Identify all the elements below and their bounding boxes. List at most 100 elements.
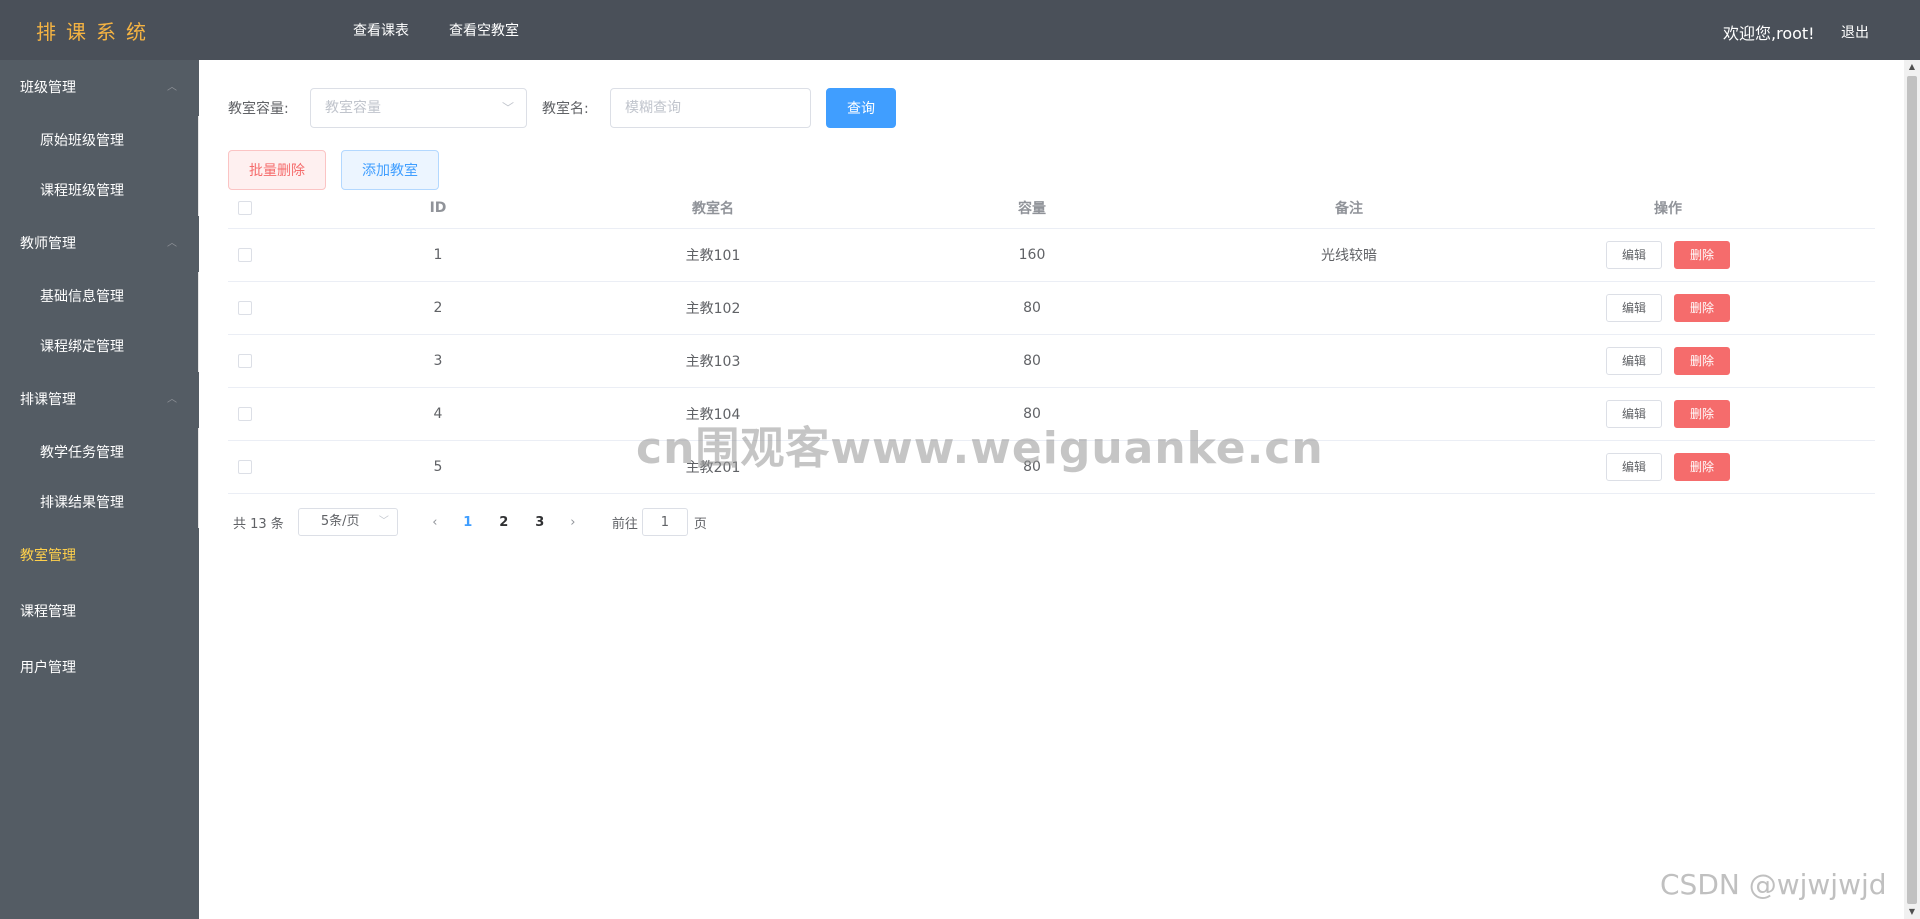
menu-title-label: 教师管理 bbox=[20, 236, 76, 252]
select-all-checkbox[interactable] bbox=[238, 201, 252, 215]
cell-actions: 编辑 删除 bbox=[1518, 335, 1818, 387]
goto-label: 前往 bbox=[611, 516, 638, 532]
edit-button[interactable]: 编辑 bbox=[1605, 453, 1662, 481]
page-3[interactable]: 3 bbox=[522, 515, 558, 530]
goto-page-input[interactable] bbox=[641, 508, 688, 536]
welcome-text: 欢迎您,root! bbox=[1723, 24, 1815, 43]
nav-view-empty-rooms[interactable]: 查看空教室 bbox=[449, 20, 519, 40]
room-name-input[interactable] bbox=[610, 88, 811, 128]
table-header-row: ID 教室名 容量 备注 操作 bbox=[228, 188, 1875, 229]
row-checkbox[interactable] bbox=[238, 354, 252, 368]
cell-id: 2 bbox=[433, 300, 443, 316]
cell-id: 3 bbox=[433, 353, 443, 369]
main-content: 教室容量: 教室容量 ﹀ 教室名: 查询 批量删除 添加教室 ID 教室名 容量… bbox=[199, 60, 1904, 919]
row-checkbox[interactable] bbox=[238, 248, 252, 262]
room-name-label: 教室名: bbox=[542, 101, 589, 117]
prev-page-icon[interactable]: ‹ bbox=[420, 515, 450, 530]
scroll-up-icon[interactable]: ▲ bbox=[1904, 60, 1920, 74]
top-header: 排课系统 查看课表 查看空教室 欢迎您,root! 退出 bbox=[0, 0, 1920, 60]
delete-button[interactable]: 删除 bbox=[1674, 294, 1731, 322]
edit-button[interactable]: 编辑 bbox=[1605, 241, 1662, 269]
query-button[interactable]: 查询 bbox=[826, 88, 896, 128]
column-header-note: 备注 bbox=[1335, 201, 1363, 217]
sidebar-item-original-class[interactable]: 原始班级管理 bbox=[0, 116, 198, 166]
nav-view-schedule[interactable]: 查看课表 bbox=[353, 20, 409, 40]
delete-button[interactable]: 删除 bbox=[1674, 347, 1731, 375]
cell-actions: 编辑 删除 bbox=[1518, 229, 1818, 281]
row-checkbox[interactable] bbox=[238, 460, 252, 474]
chevron-up-icon: ︿ bbox=[167, 394, 177, 405]
cell-actions: 编辑 删除 bbox=[1518, 388, 1818, 440]
menu-group-class: 班级管理 ︿ 原始班级管理 课程班级管理 bbox=[0, 60, 199, 216]
sidebar: 班级管理 ︿ 原始班级管理 课程班级管理 教师管理 ︿ 基础信息管理 课程绑定管… bbox=[0, 60, 199, 919]
app-logo[interactable]: 排课系统 bbox=[36, 16, 156, 45]
logout-link[interactable]: 退出 bbox=[1841, 22, 1869, 42]
header-checkbox-cell bbox=[228, 188, 262, 228]
menu-group-scheduling: 排课管理 ︿ 教学任务管理 排课结果管理 bbox=[0, 372, 199, 528]
row-checkbox-cell bbox=[228, 441, 262, 493]
sidebar-item-schedule-results[interactable]: 排课结果管理 bbox=[0, 478, 198, 528]
row-checkbox[interactable] bbox=[238, 301, 252, 315]
menu-title-label: 班级管理 bbox=[20, 80, 76, 96]
page-unit-label: 页 bbox=[693, 516, 707, 532]
scrollbar-thumb[interactable] bbox=[1907, 76, 1917, 904]
next-page-icon[interactable]: › bbox=[558, 515, 588, 530]
edit-button[interactable]: 编辑 bbox=[1605, 347, 1662, 375]
row-checkbox-cell bbox=[228, 388, 262, 440]
row-checkbox-cell bbox=[228, 282, 262, 334]
table-row: 1 主教101 160 光线较暗 编辑 删除 bbox=[228, 229, 1875, 282]
column-header-actions: 操作 bbox=[1654, 201, 1682, 217]
sidebar-item-classrooms[interactable]: 教室管理 bbox=[0, 528, 199, 584]
chevron-up-icon: ︿ bbox=[167, 238, 177, 249]
chevron-down-icon: ﹀ bbox=[378, 516, 389, 527]
sidebar-item-course-binding[interactable]: 课程绑定管理 bbox=[0, 322, 198, 372]
edit-button[interactable]: 编辑 bbox=[1605, 294, 1662, 322]
sidebar-item-courses[interactable]: 课程管理 bbox=[0, 584, 199, 640]
sidebar-item-teacher-info[interactable]: 基础信息管理 bbox=[0, 272, 198, 322]
sidebar-item-users[interactable]: 用户管理 bbox=[0, 640, 199, 696]
page-scrollbar[interactable]: ▲ ▼ bbox=[1904, 60, 1920, 919]
page-size-select[interactable]: 5条/页 ﹀ bbox=[297, 508, 398, 536]
menu-title-label: 排课管理 bbox=[20, 392, 76, 408]
row-checkbox-cell bbox=[228, 229, 262, 281]
delete-button[interactable]: 删除 bbox=[1674, 400, 1731, 428]
capacity-label: 教室容量: bbox=[228, 101, 289, 117]
cell-note: 光线较暗 bbox=[1321, 248, 1377, 264]
table-row: 3 主教103 80 编辑 删除 bbox=[228, 335, 1875, 388]
row-checkbox[interactable] bbox=[238, 407, 252, 421]
csdn-credit: CSDN @wjwjwjd bbox=[1660, 868, 1887, 901]
cell-note bbox=[1199, 282, 1499, 334]
column-header-name: 教室名 bbox=[692, 201, 734, 217]
cell-id: 5 bbox=[433, 459, 443, 475]
delete-button[interactable]: 删除 bbox=[1674, 453, 1731, 481]
chevron-down-icon: ﹀ bbox=[501, 101, 514, 115]
pagination-total: 共 13 条 bbox=[233, 516, 284, 532]
cell-name: 主教102 bbox=[685, 301, 741, 317]
scroll-down-icon[interactable]: ▼ bbox=[1904, 905, 1920, 919]
column-header-capacity: 容量 bbox=[1018, 201, 1046, 217]
menu-title-teacher[interactable]: 教师管理 ︿ bbox=[0, 216, 199, 272]
submenu-teacher: 基础信息管理 课程绑定管理 bbox=[0, 272, 199, 372]
page-2[interactable]: 2 bbox=[486, 515, 522, 530]
submenu-scheduling: 教学任务管理 排课结果管理 bbox=[0, 428, 199, 528]
batch-delete-button[interactable]: 批量删除 bbox=[228, 150, 326, 190]
pagination: 共 13 条 5条/页 ﹀ ‹ 1 2 3 › 前往 页 bbox=[233, 507, 707, 537]
capacity-select[interactable]: 教室容量 ﹀ bbox=[310, 88, 527, 128]
menu-title-scheduling[interactable]: 排课管理 ︿ bbox=[0, 372, 199, 428]
page-1[interactable]: 1 bbox=[450, 515, 486, 530]
submenu-class: 原始班级管理 课程班级管理 bbox=[0, 116, 199, 216]
menu-title-class[interactable]: 班级管理 ︿ bbox=[0, 60, 199, 116]
edit-button[interactable]: 编辑 bbox=[1605, 400, 1662, 428]
delete-button[interactable]: 删除 bbox=[1674, 241, 1731, 269]
cell-name: 主教101 bbox=[685, 248, 741, 264]
table-row: 2 主教102 80 编辑 删除 bbox=[228, 282, 1875, 335]
cell-capacity: 80 bbox=[1023, 353, 1041, 369]
cell-name: 主教103 bbox=[685, 354, 741, 370]
column-header-id: ID bbox=[429, 200, 447, 216]
menu-group-teacher: 教师管理 ︿ 基础信息管理 课程绑定管理 bbox=[0, 216, 199, 372]
sidebar-item-teaching-tasks[interactable]: 教学任务管理 bbox=[0, 428, 198, 478]
top-nav: 查看课表 查看空教室 bbox=[353, 0, 559, 60]
capacity-select-placeholder: 教室容量 bbox=[325, 100, 381, 116]
sidebar-item-course-class[interactable]: 课程班级管理 bbox=[0, 166, 198, 216]
add-classroom-button[interactable]: 添加教室 bbox=[341, 150, 439, 190]
